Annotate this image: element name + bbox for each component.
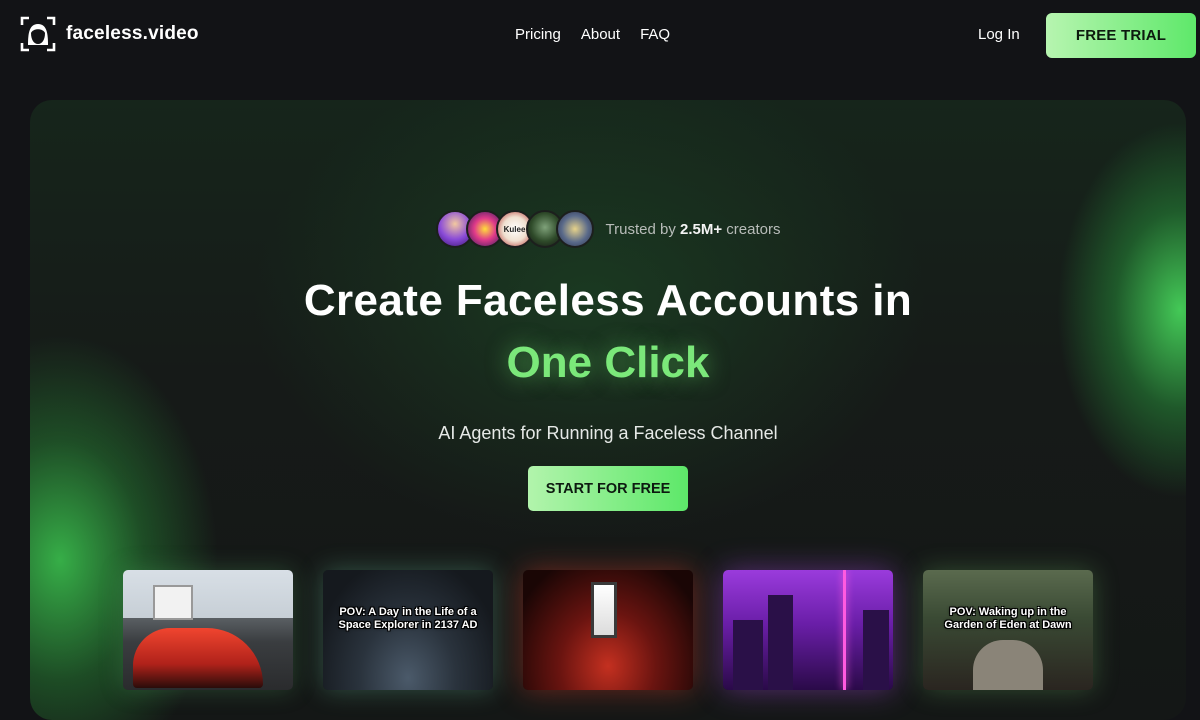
page-title-accent: One Click: [506, 338, 710, 387]
trusted-prefix: Trusted by: [605, 220, 680, 238]
hero-subtitle: AI Agents for Running a Faceless Channel: [438, 423, 778, 443]
video-thumbnail-neon-city[interactable]: [723, 570, 893, 690]
neon-beam-shape: [843, 570, 846, 690]
nav-links: Pricing About FAQ: [515, 26, 670, 43]
thumbnail-caption: POV: Waking up in the Garden of Eden at …: [944, 606, 1072, 631]
trusted-suffix: creators: [722, 220, 781, 238]
ceiling-light-shape: [591, 582, 617, 638]
start-for-free-button[interactable]: START FOR FREE: [528, 466, 688, 511]
video-thumbnail-car[interactable]: [123, 570, 293, 690]
login-link[interactable]: Log In: [978, 26, 1020, 43]
brand-name: faceless.video: [66, 23, 199, 44]
nav-link-about[interactable]: About: [581, 26, 620, 43]
free-trial-button[interactable]: FREE TRIAL: [1046, 13, 1196, 58]
building-shape: [768, 595, 793, 690]
building-shape: [863, 610, 889, 690]
video-thumbnail-space[interactable]: POV: A Day in the Life of a Space Explor…: [323, 570, 493, 690]
trusted-count: 2.5M+: [680, 220, 723, 238]
video-thumbnails: POV: A Day in the Life of a Space Explor…: [0, 570, 1200, 690]
top-nav: faceless.video Pricing About FAQ Log In …: [0, 0, 1200, 70]
video-thumbnail-garden[interactable]: POV: Waking up in the Garden of Eden at …: [923, 570, 1093, 690]
thumbnail-caption: POV: A Day in the Life of a Space Explor…: [338, 606, 478, 631]
nav-link-faq[interactable]: FAQ: [640, 26, 670, 43]
garage-shape: [153, 585, 193, 620]
page-title: Create Faceless Accounts in: [303, 276, 913, 325]
nav-link-pricing[interactable]: Pricing: [515, 26, 561, 43]
trusted-row: Kulee Trusted by 2.5M+ creators: [30, 210, 1186, 248]
brand-logo[interactable]: faceless.video: [20, 16, 199, 52]
trusted-text: Trusted by 2.5M+ creators: [606, 221, 781, 238]
video-thumbnail-red-corridor[interactable]: [523, 570, 693, 690]
stone-arch-shape: [973, 640, 1043, 690]
face-frame-icon: [20, 16, 56, 52]
car-shape: [133, 628, 263, 688]
avatar: [555, 210, 594, 248]
building-shape: [733, 620, 763, 690]
creator-avatars: Kulee: [435, 210, 594, 248]
